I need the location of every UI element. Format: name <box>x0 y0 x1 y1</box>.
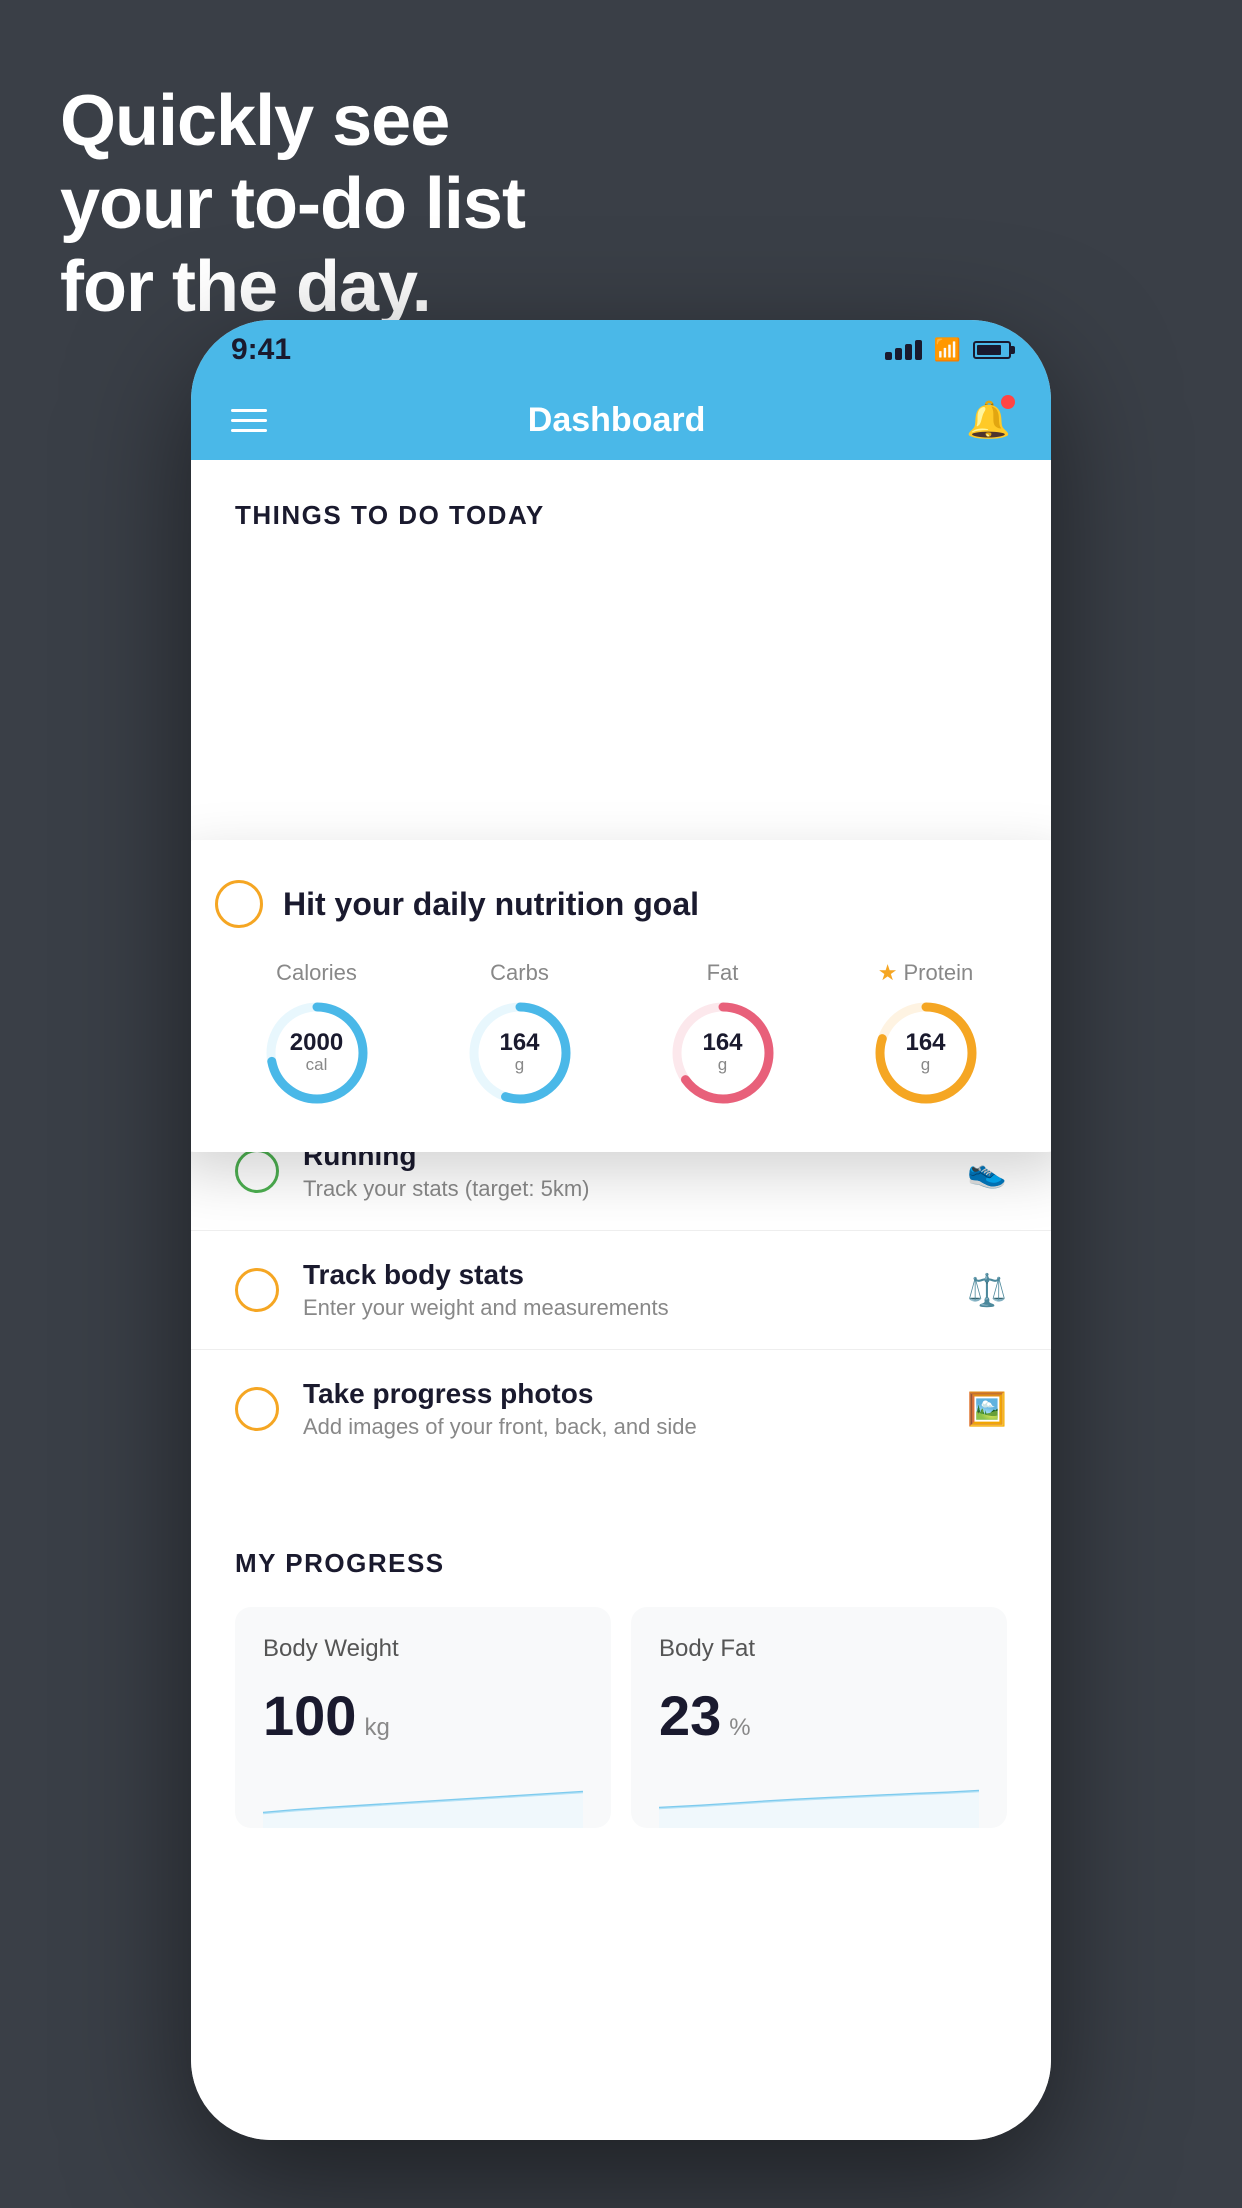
calories-value: 2000 <box>290 1031 343 1055</box>
body-stats-title: Track body stats <box>303 1259 967 1291</box>
hamburger-menu-button[interactable] <box>231 409 267 432</box>
status-bar: 9:41 📶 <box>191 320 1051 380</box>
carbs-label: Carbs <box>490 960 549 986</box>
body-fat-value: 23 <box>659 1683 721 1748</box>
body-weight-card-title: Body Weight <box>263 1635 583 1663</box>
phone-wrapper: 9:41 📶 Dashboard <box>191 320 1051 2140</box>
notification-bell-button[interactable]: 🔔 <box>966 399 1011 441</box>
signal-icon <box>885 340 922 360</box>
nutrition-circles-row: Calories 2000 cal <box>215 960 1027 1108</box>
things-to-do-header: THINGS TO DO TODAY <box>191 460 1051 551</box>
calories-item: Calories 2000 cal <box>262 960 372 1108</box>
fat-donut: 164 g <box>668 998 778 1108</box>
nutrition-card[interactable]: Hit your daily nutrition goal Calories <box>191 840 1051 1152</box>
nav-title: Dashboard <box>528 401 706 440</box>
body-weight-card[interactable]: Body Weight 100 kg <box>235 1607 611 1828</box>
nutrition-check-circle <box>215 880 263 928</box>
body-stats-subtitle: Enter your weight and measurements <box>303 1295 967 1321</box>
nav-bar: Dashboard 🔔 <box>191 380 1051 460</box>
fat-value: 164 <box>702 1031 742 1055</box>
protein-label: ★ Protein <box>878 960 973 986</box>
content-area: THINGS TO DO TODAY Hit your daily nutrit… <box>191 460 1051 2140</box>
progress-photos-subtitle: Add images of your front, back, and side <box>303 1414 967 1440</box>
running-circle <box>235 1149 279 1193</box>
carbs-value: 164 <box>499 1031 539 1055</box>
calories-unit: cal <box>290 1055 343 1075</box>
body-weight-unit: kg <box>364 1714 389 1742</box>
body-stats-text: Track body stats Enter your weight and m… <box>303 1259 967 1321</box>
todo-list: Running Track your stats (target: 5km) 👟… <box>191 1111 1051 1468</box>
body-fat-unit: % <box>729 1714 750 1742</box>
progress-photos-icon: 🖼️ <box>967 1390 1007 1428</box>
progress-cards-row: Body Weight 100 kg Bo <box>235 1607 1007 1828</box>
body-fat-value-row: 23 % <box>659 1683 979 1748</box>
wifi-icon: 📶 <box>934 337 961 363</box>
status-icons: 📶 <box>885 337 1011 363</box>
todo-progress-photos[interactable]: Take progress photos Add images of your … <box>191 1349 1051 1468</box>
protein-unit: g <box>905 1055 945 1075</box>
protein-donut: 164 g <box>871 998 981 1108</box>
todo-body-stats[interactable]: Track body stats Enter your weight and m… <box>191 1230 1051 1349</box>
carbs-unit: g <box>499 1055 539 1075</box>
carbs-donut: 164 g <box>465 998 575 1108</box>
progress-header: MY PROGRESS <box>235 1548 1007 1579</box>
progress-photos-title: Take progress photos <box>303 1378 967 1410</box>
body-weight-chart <box>263 1768 583 1828</box>
fat-unit: g <box>702 1055 742 1075</box>
body-weight-value-row: 100 kg <box>263 1683 583 1748</box>
calories-label: Calories <box>276 960 357 986</box>
progress-section: MY PROGRESS Body Weight 100 kg <box>191 1508 1051 1828</box>
fat-item: Fat 164 g <box>668 960 778 1108</box>
protein-star-icon: ★ <box>878 960 898 986</box>
battery-icon <box>973 341 1011 359</box>
body-fat-card-title: Body Fat <box>659 1635 979 1663</box>
fat-label: Fat <box>707 960 739 986</box>
progress-photos-text: Take progress photos Add images of your … <box>303 1378 967 1440</box>
hero-text: Quickly see your to-do list for the day. <box>60 80 525 328</box>
body-stats-icon: ⚖️ <box>967 1271 1007 1309</box>
protein-value: 164 <box>905 1031 945 1055</box>
nutrition-card-title: Hit your daily nutrition goal <box>283 886 699 923</box>
phone-frame: 9:41 📶 Dashboard <box>191 320 1051 2140</box>
calories-donut: 2000 cal <box>262 998 372 1108</box>
progress-photos-circle <box>235 1387 279 1431</box>
status-time: 9:41 <box>231 333 291 367</box>
running-subtitle: Track your stats (target: 5km) <box>303 1176 967 1202</box>
carbs-item: Carbs 164 g <box>465 960 575 1108</box>
body-fat-card[interactable]: Body Fat 23 % <box>631 1607 1007 1828</box>
protein-item: ★ Protein 164 g <box>871 960 981 1108</box>
body-fat-chart <box>659 1768 979 1828</box>
body-stats-circle <box>235 1268 279 1312</box>
running-icon: 👟 <box>967 1152 1007 1190</box>
notification-dot <box>1001 395 1015 409</box>
body-weight-value: 100 <box>263 1683 356 1748</box>
